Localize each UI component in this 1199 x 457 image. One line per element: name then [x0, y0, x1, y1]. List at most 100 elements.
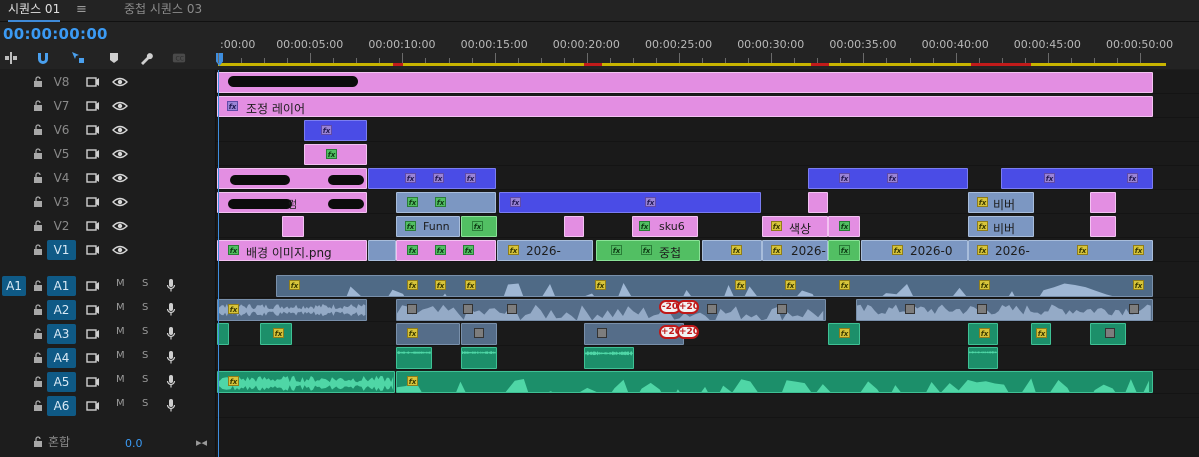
sync-lock-icon[interactable] [86, 328, 100, 340]
lock-icon[interactable] [33, 328, 43, 340]
video-clip[interactable]: fx [702, 240, 762, 261]
track-target[interactable]: V4 [47, 168, 76, 188]
microphone-icon[interactable] [166, 350, 176, 365]
sync-lock-icon[interactable] [86, 280, 100, 292]
lock-icon[interactable] [33, 352, 43, 364]
track-target[interactable]: A3 [47, 324, 76, 344]
video-clip[interactable] [368, 240, 396, 261]
microphone-icon[interactable] [166, 398, 176, 413]
track-target[interactable]: V8 [47, 72, 76, 92]
video-clip[interactable]: fx 색상 [762, 216, 828, 237]
linked-selection-icon[interactable] [71, 51, 85, 65]
eye-icon[interactable] [112, 196, 128, 208]
video-clip[interactable]: fx [828, 240, 860, 261]
snap-magnet-icon[interactable] [36, 51, 50, 65]
mute-button[interactable]: M [116, 302, 125, 313]
sync-lock-icon[interactable] [86, 76, 100, 88]
lock-icon[interactable] [33, 124, 43, 136]
video-clip[interactable] [808, 192, 828, 213]
mute-button[interactable]: M [116, 278, 125, 289]
sync-lock-icon[interactable] [86, 376, 100, 388]
wrench-icon[interactable] [139, 51, 153, 65]
video-clip[interactable]: fx 2026- [497, 240, 593, 261]
lock-icon[interactable] [33, 376, 43, 388]
video-clip[interactable] [217, 168, 367, 189]
sync-lock-icon[interactable] [86, 352, 100, 364]
captions-icon[interactable]: CC [172, 51, 186, 65]
video-clip[interactable]: fx [304, 120, 367, 141]
video-clip[interactable]: fx [828, 216, 860, 237]
video-clip[interactable]: fx 2026- [762, 240, 828, 261]
video-clip[interactable]: fx 비버 [968, 192, 1034, 213]
track-target[interactable]: V2 [47, 216, 76, 236]
eye-icon[interactable] [112, 100, 128, 112]
source-patch[interactable]: A1 [2, 276, 26, 296]
solo-button[interactable]: S [142, 278, 148, 289]
audio-clip[interactable] [584, 347, 634, 369]
sync-lock-icon[interactable] [86, 172, 100, 184]
video-clip[interactable]: fx sku6 [632, 216, 698, 237]
video-clip[interactable]: fx [461, 216, 497, 237]
sync-lock-icon[interactable] [86, 196, 100, 208]
microphone-icon[interactable] [166, 374, 176, 389]
gain-keyframe-badge[interactable]: +20 [677, 325, 699, 339]
lock-icon[interactable] [33, 244, 43, 256]
track-target[interactable]: V6 [47, 120, 76, 140]
solo-button[interactable]: S [142, 374, 148, 385]
video-clip[interactable]: 럼 [217, 192, 367, 213]
microphone-icon[interactable] [166, 278, 176, 293]
track-target[interactable]: V3 [47, 192, 76, 212]
audio-clip[interactable]: fx [396, 371, 1153, 393]
video-clip[interactable]: fx fx [499, 192, 761, 213]
audio-clip[interactable] [1090, 323, 1126, 345]
lock-icon[interactable] [33, 220, 43, 232]
track-target[interactable]: A1 [47, 276, 76, 296]
microphone-icon[interactable] [166, 302, 176, 317]
eye-icon[interactable] [112, 124, 128, 136]
tab-menu-icon[interactable]: ≡ [76, 2, 87, 17]
video-clip[interactable]: fx fx fx [396, 240, 496, 261]
lock-icon[interactable] [33, 304, 43, 316]
solo-button[interactable]: S [142, 398, 148, 409]
track-target[interactable]: V5 [47, 144, 76, 164]
eye-icon[interactable] [112, 220, 128, 232]
lock-icon[interactable] [33, 76, 43, 88]
solo-button[interactable]: S [142, 302, 148, 313]
playhead-timecode[interactable]: 00:00:00:00 [3, 25, 108, 43]
audio-clip[interactable]: fx [968, 323, 998, 345]
lock-icon[interactable] [33, 280, 43, 292]
audio-clip[interactable] [856, 299, 1153, 321]
audio-clip[interactable]: fx [217, 299, 367, 321]
marker-icon[interactable] [107, 51, 121, 65]
mix-expand-icon[interactable]: ▸◂ [196, 436, 207, 449]
video-clip[interactable]: fx [304, 144, 367, 165]
track-target[interactable]: A4 [47, 348, 76, 368]
audio-clip[interactable] [396, 347, 432, 369]
audio-clip[interactable]: fx [1031, 323, 1051, 345]
nested-sequence-clip[interactable]: fx fx 중첩 [596, 240, 700, 261]
lock-icon[interactable] [33, 196, 43, 208]
playhead-line[interactable] [218, 70, 219, 457]
audio-clip[interactable]: fx fx fx fx fx fx fx fx fx fx [276, 275, 1153, 297]
audio-clip[interactable]: fx [217, 371, 395, 393]
mute-button[interactable]: M [116, 326, 125, 337]
track-target[interactable]: A5 [47, 372, 76, 392]
sync-lock-icon[interactable] [86, 244, 100, 256]
audio-clip[interactable] [461, 347, 497, 369]
tab-sequence-01[interactable]: 시퀀스 01 [8, 0, 61, 22]
video-clip[interactable] [282, 216, 304, 237]
lock-icon[interactable] [33, 100, 43, 112]
mute-button[interactable]: M [116, 374, 125, 385]
eye-icon[interactable] [112, 148, 128, 160]
video-clip[interactable] [1090, 216, 1116, 237]
track-target[interactable]: V1 [47, 240, 76, 260]
video-clip[interactable] [564, 216, 584, 237]
eye-icon[interactable] [112, 76, 128, 88]
eye-icon[interactable] [112, 172, 128, 184]
adjustment-layer-clip[interactable]: fx 조정 레이어 [217, 96, 1153, 117]
mute-button[interactable]: M [116, 398, 125, 409]
video-clip[interactable]: fx Funn [396, 216, 460, 237]
time-ruler[interactable]: :00:00 00:00:05:00 00:00:10:00 00:00:15:00 0… [216, 22, 1199, 69]
eye-icon[interactable] [112, 244, 128, 256]
audio-clip[interactable] [461, 323, 497, 345]
